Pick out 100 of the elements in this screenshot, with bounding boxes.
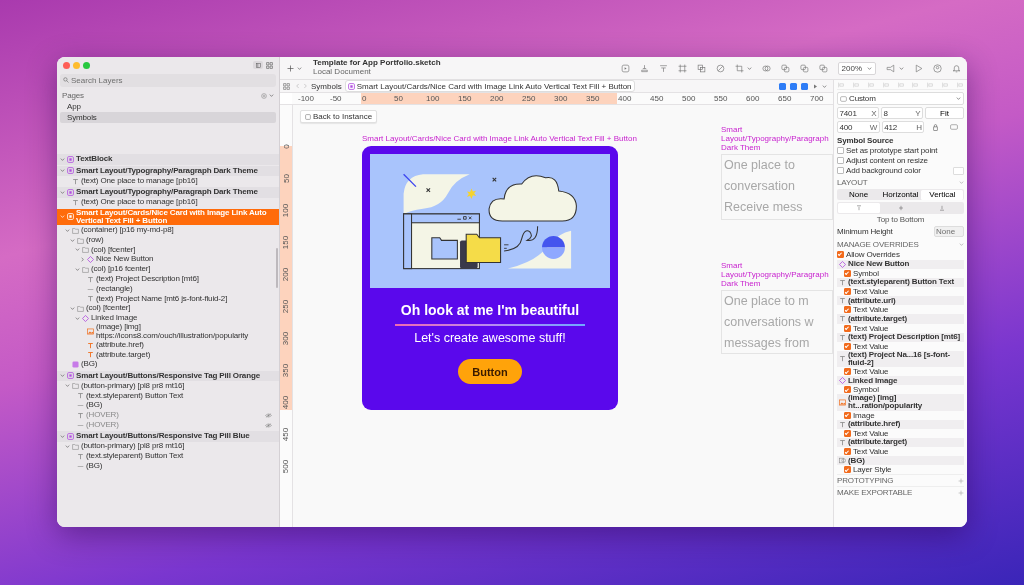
back-to-instance-button[interactable]: Back to Instance	[300, 110, 378, 123]
layer-row[interactable]: (text) One place to manage [pb16]	[57, 197, 279, 208]
chevron-icon[interactable]	[70, 306, 75, 312]
zoom-dropdown[interactable]: 200%	[837, 61, 876, 75]
resize-icon[interactable]	[949, 123, 958, 130]
checkbox[interactable]	[844, 306, 851, 314]
chevron-icon[interactable]	[60, 189, 65, 195]
x-field[interactable]: 7401 X	[837, 107, 879, 119]
layer-row[interactable]: (rectangle)	[57, 284, 279, 294]
checkbox[interactable]	[844, 288, 851, 296]
chevron-icon[interactable]	[60, 168, 65, 174]
checkbox[interactable]	[837, 157, 844, 164]
checkbox[interactable]	[837, 250, 844, 258]
breadcrumb-item[interactable]: Smart Layout/Cards/Nice Card with Image Link Auto Vertical Text Fill + Button	[344, 80, 635, 92]
layer-row[interactable]: (button-primary) [pl8 pr8 mt16]	[57, 441, 279, 452]
layer-row[interactable]: (container) [p16 my-md-p8]	[57, 225, 279, 236]
chevron-icon[interactable]	[60, 433, 65, 439]
fit-button[interactable]: Fit	[925, 107, 964, 119]
color-swatch[interactable]	[953, 166, 964, 175]
layer-row[interactable]: (col) [fcenter]	[57, 303, 279, 314]
layer-row[interactable]: (button-primary) [pl8 pr8 mt16]	[57, 381, 279, 391]
chevron-icon[interactable]	[60, 373, 65, 379]
rounded-square-icon[interactable]	[620, 63, 630, 73]
layer-row[interactable]: (col) [fcenter]	[57, 244, 279, 255]
chevron-icon[interactable]	[65, 444, 70, 450]
overlap-icon[interactable]	[818, 63, 828, 73]
checkbox[interactable]	[844, 466, 851, 474]
page-item[interactable]: Symbols	[60, 112, 276, 123]
layers-icon[interactable]	[696, 63, 706, 73]
crop-icon[interactable]	[734, 63, 744, 73]
layout-tab[interactable]: Horizontal	[879, 189, 922, 200]
width-field[interactable]: 400 W	[837, 121, 880, 133]
chevron-icon[interactable]	[80, 257, 85, 263]
breadcrumb-link[interactable]: Symbols	[311, 81, 342, 91]
layer-row[interactable]: (text) Project Description [mt6]	[57, 274, 279, 285]
hidden-eye-icon[interactable]	[265, 422, 272, 428]
layer-row[interactable]: (text.styleparent) Button Text	[57, 451, 279, 462]
align-icon[interactable]	[658, 63, 668, 73]
lock-icon[interactable]	[932, 123, 938, 131]
layer-row[interactable]: TextBlock	[57, 154, 279, 165]
user-circle-icon[interactable]	[933, 63, 942, 73]
overlap-icon[interactable]	[761, 63, 771, 73]
layout-tab[interactable]: Vertical	[921, 189, 964, 200]
stamp-icon[interactable]	[639, 63, 649, 73]
grid-icon[interactable]	[266, 61, 273, 69]
hidden-eye-icon[interactable]	[265, 412, 272, 418]
search-field[interactable]: Search Layers	[60, 74, 276, 87]
add-icon[interactable]	[958, 477, 964, 484]
chevron-icon[interactable]	[60, 156, 65, 162]
artboard-label[interactable]: Smart Layout/Cards/Nice Card with Image Link Auto Vertical Text Fill + Button	[362, 134, 637, 143]
height-field[interactable]: 412 H	[881, 121, 925, 133]
close-button[interactable]	[63, 61, 70, 69]
layer-row[interactable]: Linked Image	[57, 313, 279, 324]
card-button[interactable]: Button	[458, 359, 522, 384]
checkbox[interactable]	[844, 429, 851, 437]
layer-row[interactable]: (BG)	[57, 461, 279, 472]
layer-row[interactable]: (attribute.target)	[57, 349, 279, 360]
layer-row[interactable]: Smart Layout/Buttons/Responsive Tag Pill Orange	[57, 370, 279, 382]
y-field[interactable]: 8 Y	[881, 107, 923, 119]
checkbox[interactable]	[837, 147, 844, 154]
direction-tab[interactable]	[837, 203, 880, 214]
play-icon[interactable]	[811, 82, 819, 90]
chevron-icon[interactable]	[70, 237, 75, 243]
checkbox[interactable]	[844, 324, 851, 332]
add-icon[interactable]	[261, 92, 267, 99]
minimize-button[interactable]	[73, 61, 80, 69]
checkbox[interactable]	[844, 386, 851, 394]
zoom-button[interactable]	[83, 61, 90, 69]
play-icon[interactable]	[914, 63, 923, 73]
page-item[interactable]: App	[60, 101, 276, 112]
checkbox[interactable]	[837, 167, 844, 174]
artboard-label[interactable]: Smart Layout/Typography/Paragraph Dark Them	[721, 261, 833, 288]
artboard-label[interactable]: Smart Layout/Typography/Paragraph Dark Them	[721, 125, 833, 152]
layer-row[interactable]: Nice New Button	[57, 254, 279, 265]
grid-icon[interactable]	[282, 82, 290, 90]
layer-row[interactable]: Smart Layout/Typography/Paragraph Dark Theme	[57, 165, 279, 177]
layer-row[interactable]: (BG)	[57, 400, 279, 411]
checkbox[interactable]	[844, 448, 851, 456]
layer-row[interactable]: Smart Layout/Typography/Paragraph Dark Theme	[57, 187, 279, 198]
overlap-icon[interactable]	[780, 63, 790, 73]
chevron-icon[interactable]	[75, 266, 80, 272]
layer-row[interactable]: (col) [p16 fcenter]	[57, 264, 279, 275]
chevron-icon[interactable]	[65, 227, 70, 233]
layer-row[interactable]: (text) Project Name [mt6 js-font-fluid-2]	[57, 293, 279, 304]
checkbox[interactable]	[844, 342, 851, 350]
preset-dropdown[interactable]: Custom	[837, 92, 964, 105]
layer-row[interactable]: Smart Layout/Buttons/Responsive Tag Pill Blue	[57, 431, 279, 442]
circle-slash-icon[interactable]	[715, 63, 725, 73]
checkbox[interactable]	[844, 269, 851, 277]
frame-icon[interactable]	[677, 63, 687, 73]
checkbox[interactable]	[844, 411, 851, 419]
layers-toggle-button[interactable]	[253, 61, 263, 69]
layer-row[interactable]: (BG)	[57, 359, 279, 370]
layer-row[interactable]: (image) [img] https://icons8.com/ouch/illustration/popularity	[57, 323, 279, 341]
layout-tab[interactable]: None	[837, 189, 880, 200]
minimum-height-field[interactable]: None	[934, 225, 964, 237]
checkbox[interactable]	[844, 368, 851, 376]
layer-row[interactable]: (row)	[57, 235, 279, 245]
layer-row[interactable]: (text) One place to manage [pb16]	[57, 176, 279, 186]
layer-row[interactable]: (attribute.href)	[57, 340, 279, 350]
